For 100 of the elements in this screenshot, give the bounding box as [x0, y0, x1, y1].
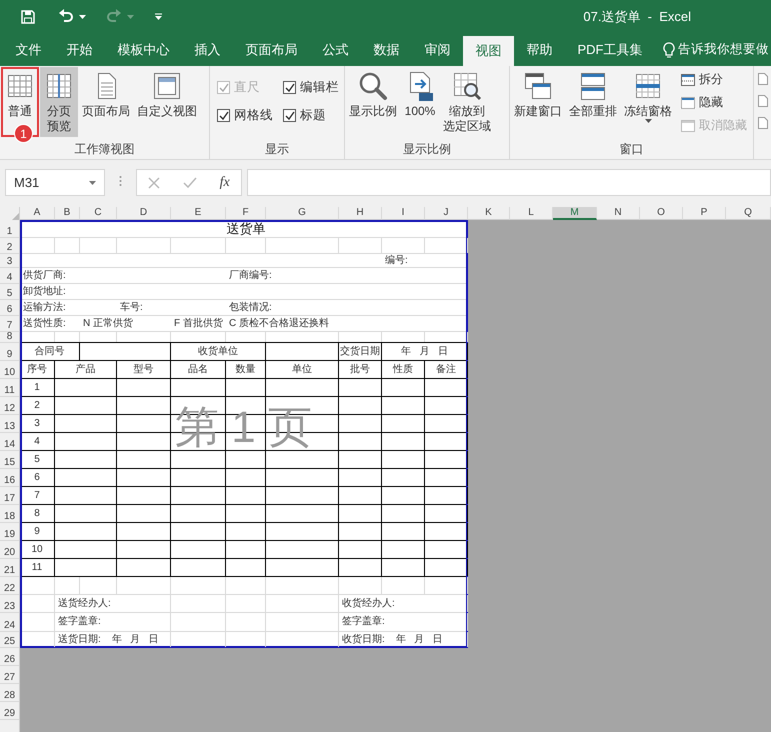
form-label: 送货性质:: [22, 318, 67, 330]
cell-text: 交货日期: [339, 346, 381, 358]
ribbon-button[interactable]: 页面布局: [79, 67, 133, 137]
caret-icon[interactable]: [79, 14, 86, 18]
row-header[interactable]: 16: [0, 469, 19, 487]
ribbon-button[interactable]: 分页预览: [40, 67, 78, 137]
name-box[interactable]: M31: [5, 169, 105, 196]
row-header[interactable]: 25: [0, 632, 19, 648]
cell-text: 11: [30, 562, 44, 574]
document-icon[interactable]: [757, 94, 769, 108]
ribbon-tab[interactable]: 视图: [463, 36, 514, 66]
form-label: C 质检不合格退还换料: [228, 318, 330, 330]
ribbon-tab[interactable]: 插入: [182, 33, 233, 66]
cancel-icon[interactable]: [148, 176, 160, 188]
tell-me-box[interactable]: 告诉我你想要做: [663, 33, 769, 66]
checkbox[interactable]: [217, 109, 230, 122]
row-header[interactable]: 6: [0, 300, 19, 316]
group-label: 显示: [264, 141, 290, 157]
row-header[interactable]: 8: [0, 332, 19, 343]
ribbon-button[interactable]: 拆分: [678, 70, 749, 89]
undo-icon[interactable]: [58, 8, 74, 24]
row-header[interactable]: 13: [0, 415, 19, 433]
check-icon[interactable]: [182, 176, 197, 188]
row-header[interactable]: 11: [0, 379, 19, 397]
insert-function-button[interactable]: fx: [220, 174, 230, 190]
ribbon-tab[interactable]: 开始: [54, 33, 105, 66]
row-header[interactable]: 20: [0, 541, 19, 559]
more-icon[interactable]: [119, 174, 122, 186]
cell-text: 备注: [435, 364, 457, 376]
form-label: 签字盖章:: [341, 616, 386, 628]
checkbox-option[interactable]: 编辑栏: [283, 79, 339, 96]
row-header[interactable]: 24: [0, 613, 19, 632]
row-header[interactable]: 4: [0, 268, 19, 284]
ribbon-button[interactable]: 隐藏: [678, 93, 749, 112]
row-header[interactable]: 9: [0, 343, 19, 361]
ribbon-tab[interactable]: 帮助: [514, 33, 565, 66]
row-header[interactable]: 14: [0, 433, 19, 451]
sheet-title: 送货单: [226, 220, 266, 236]
document-icon[interactable]: [757, 72, 769, 86]
formula-field[interactable]: [247, 169, 771, 196]
row-header[interactable]: 15: [0, 451, 19, 469]
row-header[interactable]: 19: [0, 523, 19, 541]
cell-text: 序号: [26, 364, 48, 376]
row-header[interactable]: 23: [0, 595, 19, 613]
row-header[interactable]: 10: [0, 361, 19, 379]
checkbox[interactable]: [283, 109, 296, 122]
row-header[interactable]: 22: [0, 577, 19, 595]
row-header[interactable]: 5: [0, 284, 19, 300]
caret-icon[interactable]: [644, 119, 652, 123]
ribbon-button[interactable]: 自定义视图: [134, 67, 200, 137]
row-header[interactable]: 12: [0, 397, 19, 415]
row-header[interactable]: 17: [0, 487, 19, 505]
ribbon-button[interactable]: 缩放到选定区域: [440, 67, 494, 137]
ribbon-tab[interactable]: PDF工具集: [565, 33, 655, 66]
row-header[interactable]: 1: [0, 220, 19, 238]
checkbox-option[interactable]: 标题: [283, 107, 339, 124]
ribbon-button[interactable]: 100%: [401, 67, 439, 137]
row-header[interactable]: 21: [0, 559, 19, 577]
form-label: 车号:: [119, 302, 144, 314]
ribbon-tab[interactable]: 审阅: [412, 33, 463, 66]
row-header[interactable]: 18: [0, 505, 19, 523]
form-label: F 首批供货: [173, 318, 224, 330]
customize-icon[interactable]: [154, 12, 163, 20]
row-header[interactable]: 27: [0, 666, 19, 684]
ribbon-button[interactable]: 新建窗口: [511, 67, 565, 137]
cell-text: 8: [33, 508, 41, 520]
row-header[interactable]: 26: [0, 648, 19, 666]
form-label: 送货日期: 年 月 日: [57, 634, 160, 646]
cell-text: 3: [33, 418, 41, 430]
group-label: 窗口: [618, 141, 644, 157]
row-header[interactable]: 2: [0, 238, 19, 254]
lightbulb-icon: [663, 42, 675, 58]
form-label: 运输方法:: [22, 302, 67, 314]
ribbon-button[interactable]: 冻结窗格: [621, 67, 675, 137]
save-icon[interactable]: [20, 8, 36, 24]
cell-text: 性质: [392, 364, 414, 376]
ribbon-tab[interactable]: 公式: [310, 33, 361, 66]
row-header[interactable]: 7: [0, 316, 19, 332]
cell-text: 2: [33, 400, 41, 412]
caret-icon[interactable]: [89, 180, 96, 184]
document-icon[interactable]: [757, 116, 769, 130]
ribbon-button[interactable]: 全部重排: [566, 67, 620, 137]
form-label: 厂商编号:: [228, 270, 273, 282]
ribbon-tab[interactable]: 页面布局: [233, 33, 310, 66]
row-header[interactable]: 28: [0, 684, 19, 702]
unhide-window-icon: [680, 118, 696, 132]
cell-text: 4: [33, 436, 41, 448]
windows-icon: [522, 70, 554, 102]
column-header[interactable]: M: [553, 207, 597, 220]
ribbon-button[interactable]: 显示比例: [346, 67, 400, 137]
ribbon-tab[interactable]: 数据: [361, 33, 412, 66]
row-header[interactable]: 3: [0, 254, 19, 268]
checkbox-option[interactable]: 网格线: [217, 107, 273, 124]
form-label: N 正常供货: [82, 318, 134, 330]
ribbon-tab[interactable]: 模板中心: [105, 33, 182, 66]
form-label: 供货厂商:: [22, 270, 67, 282]
row-header[interactable]: 29: [0, 702, 19, 720]
check-icon: [218, 82, 229, 93]
checkbox[interactable]: [283, 81, 296, 94]
ribbon-tab[interactable]: 文件: [3, 33, 54, 66]
